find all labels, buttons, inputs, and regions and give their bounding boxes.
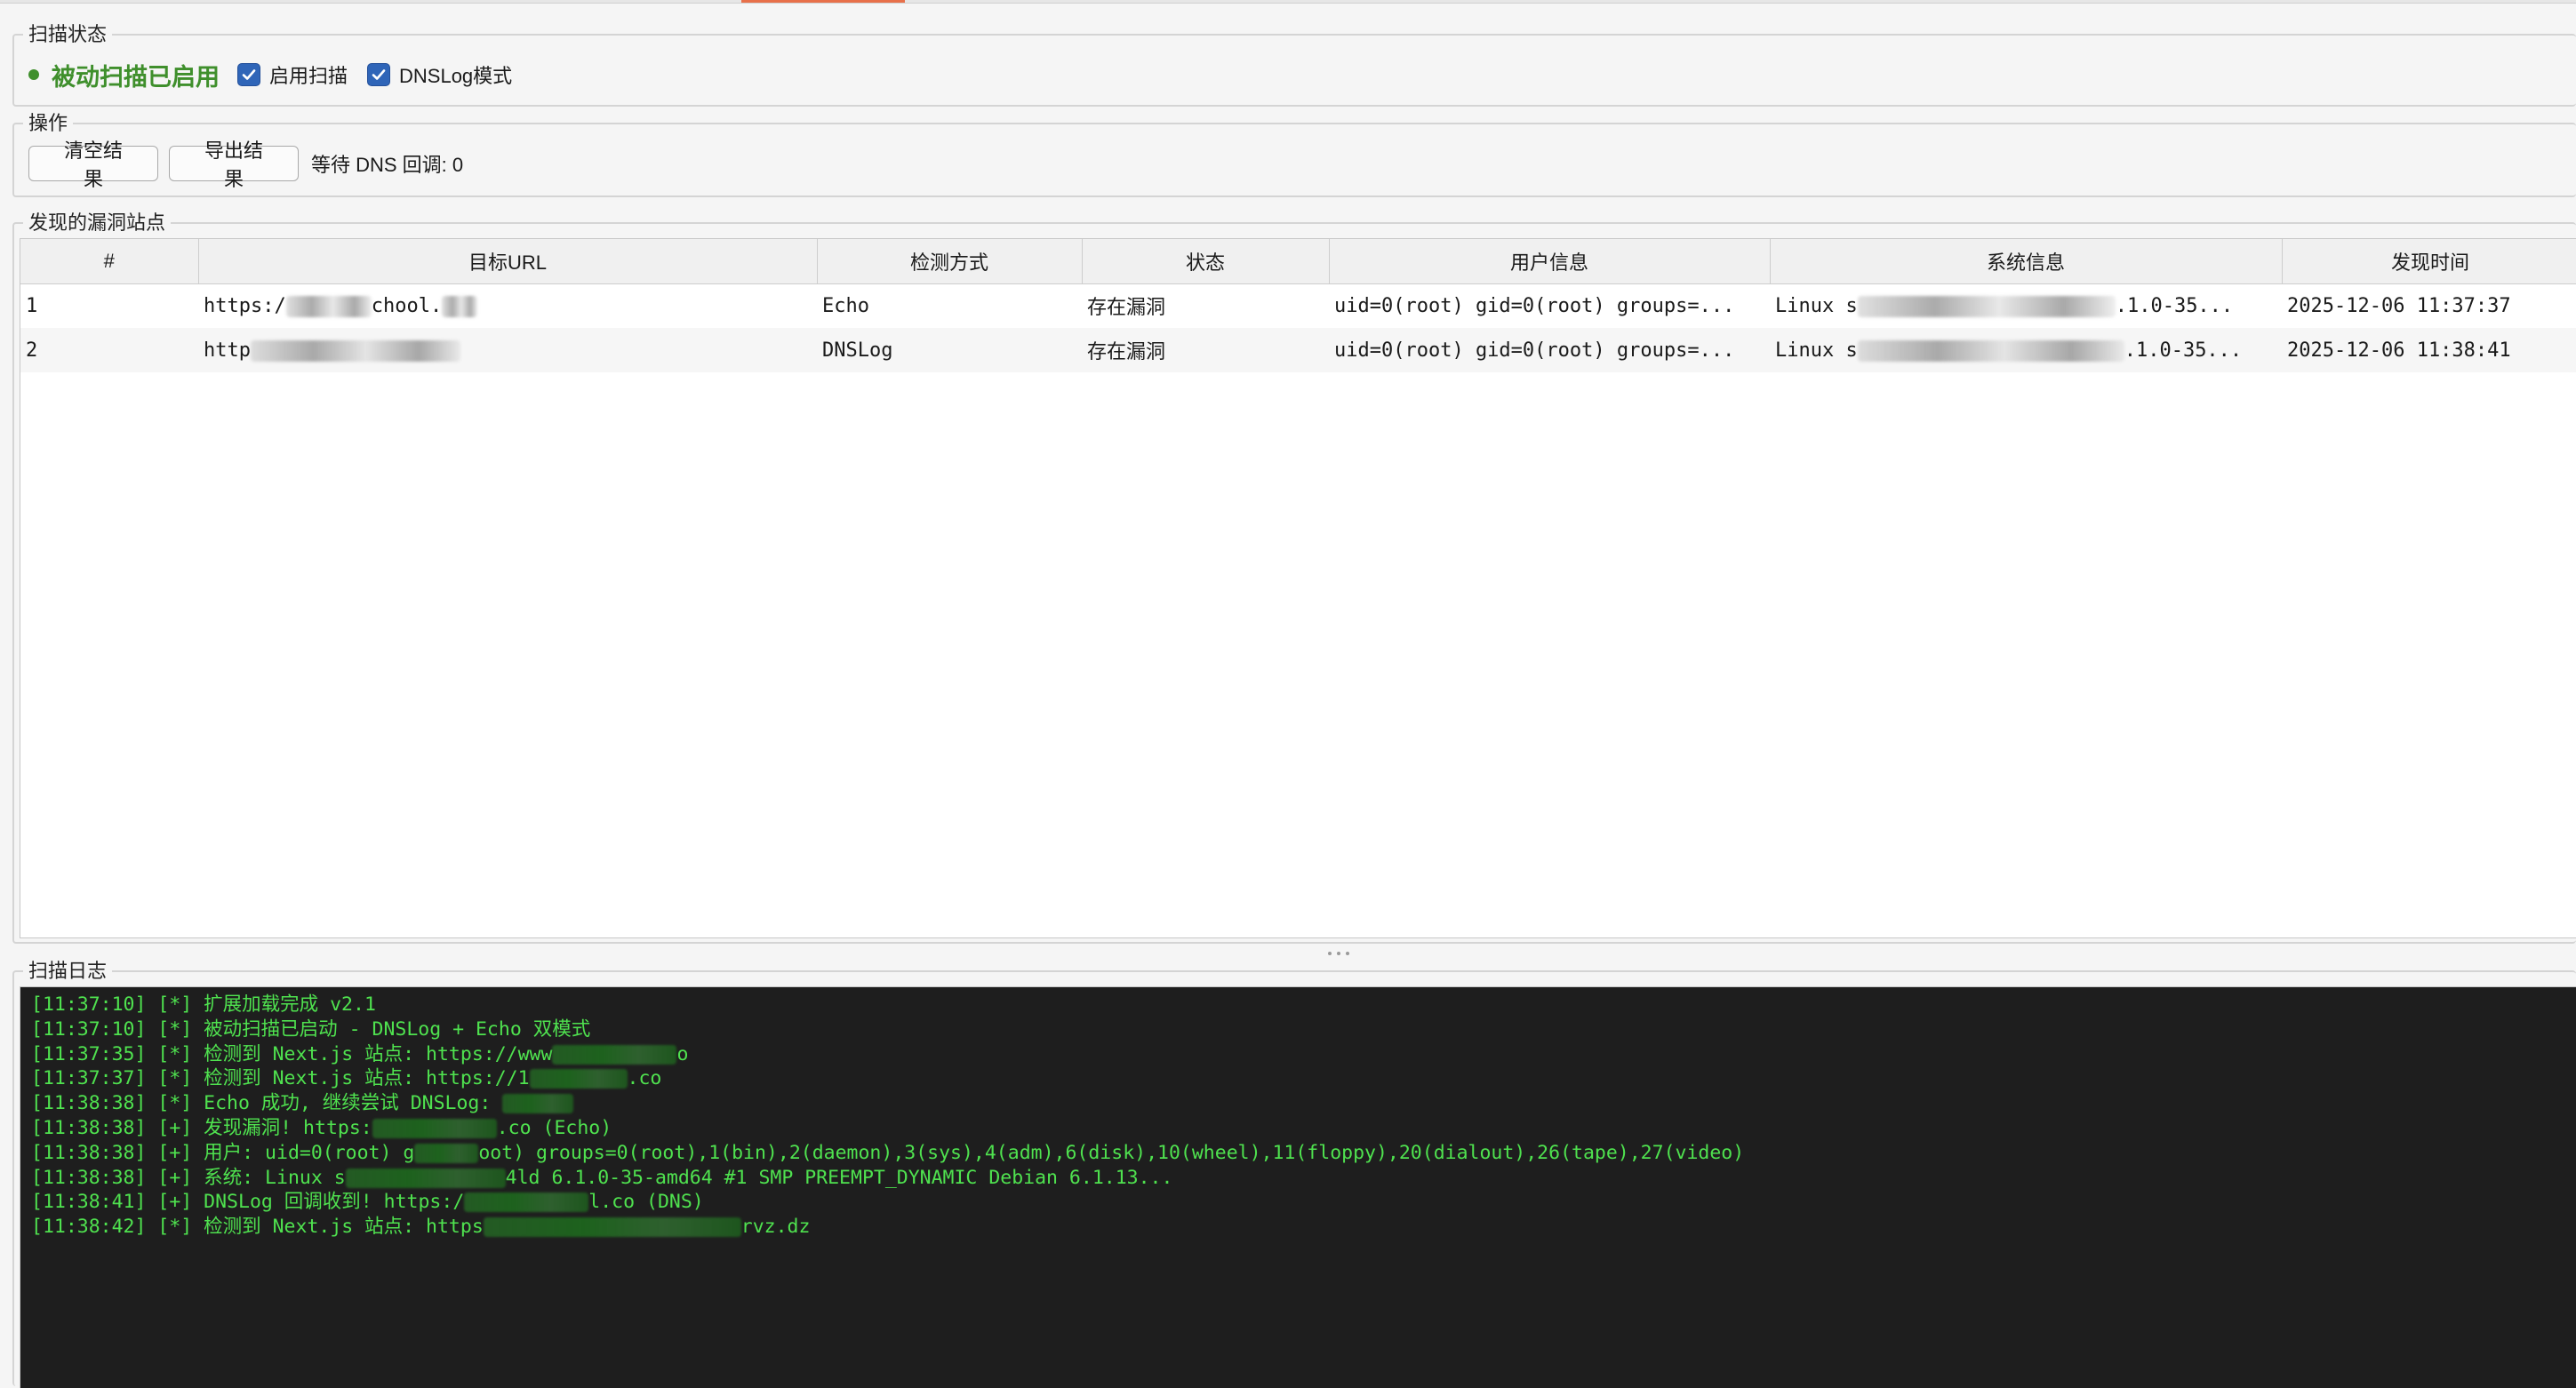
log-line: [11:37:37] [*] 检测到 Next.js 站点: https://1…: [31, 1067, 662, 1090]
enable-scan-label[interactable]: 启用扫描: [269, 60, 348, 89]
column-header-user-info[interactable]: 用户信息: [1329, 239, 1771, 284]
redaction-blur: [483, 1217, 741, 1238]
dnslog-mode-checkbox[interactable]: [367, 63, 391, 86]
cell-target-url: https:/chool.: [198, 283, 817, 328]
table-header-row: # 目标URL 检测方式 状态 用户信息 系统信息 发现时间: [20, 239, 2576, 284]
log-line: [11:37:35] [*] 检测到 Next.js 站点: https://w…: [31, 1042, 689, 1065]
operations-title: 操作: [23, 112, 74, 135]
redaction-blur: [552, 1044, 677, 1065]
enable-scan-checkbox[interactable]: [237, 63, 260, 86]
scan-log-title: 扫描日志: [23, 960, 113, 983]
cell-found-time: 2025-12-06 11:37:37: [2287, 294, 2511, 317]
redaction-blur: [502, 1094, 574, 1114]
redaction-blur: [1857, 295, 2116, 317]
redaction-blur: [250, 339, 460, 362]
scan-status-title: 扫描状态: [23, 23, 113, 46]
log-line: [11:38:41] [+] DNSLog 回调收到! https:/l.co …: [31, 1191, 704, 1214]
log-console[interactable]: [11:37:10] [*] 扩展加载完成 v2.1 [11:37:10] [*…: [20, 986, 2576, 1388]
drag-handle-icon[interactable]: [1328, 951, 1349, 956]
column-header-system-info[interactable]: 系统信息: [1770, 239, 2283, 284]
status-text: 被动扫描已启用: [52, 63, 220, 91]
column-header-index[interactable]: #: [20, 239, 199, 284]
cell-detection-method: DNSLog: [817, 328, 1082, 372]
redaction-blur: [529, 1069, 628, 1089]
column-header-detection-method[interactable]: 检测方式: [817, 239, 1083, 284]
log-line: [11:38:38] [+] 用户: uid=0(root) g oot) gro…: [31, 1141, 1745, 1164]
log-line: [11:38:38] [+] 发现漏洞! https: .co (Echo): [31, 1116, 612, 1139]
check-icon: [242, 69, 256, 80]
check-icon: [372, 69, 386, 80]
cell-user-info: uid=0(root) gid=0(root) groups=...: [1334, 294, 1735, 317]
log-line: [11:38:38] [*] Echo 成功, 继续尝试 DNSLog:: [31, 1091, 2567, 1116]
cell-status: 存在漏洞: [1087, 297, 1166, 320]
cell-detection-method: Echo: [822, 294, 869, 317]
redaction-blur: [464, 1193, 589, 1213]
status-dot-icon: [28, 69, 39, 80]
log-line: [11:37:10] [*] 被动扫描已启动 - DNSLog + Echo 双…: [31, 1017, 591, 1041]
clear-results-button[interactable]: 清空结果: [28, 140, 158, 190]
scan-status-panel: 扫描状态 被动扫描已启用 启用扫描 DNSLog模式: [12, 23, 2576, 107]
column-header-target-url[interactable]: 目标URL: [198, 239, 818, 284]
window-top-edge: [0, 0, 2576, 4]
dns-callback-wait-text: 等待 DNS 回调: 0: [311, 154, 464, 176]
log-line: [11:38:42] [*] 检测到 Next.js 站点: https rvz.…: [31, 1216, 811, 1239]
cell-system-info: Linux s .1.0-35...: [1775, 294, 2234, 317]
dnslog-mode-label[interactable]: DNSLog模式: [399, 60, 512, 89]
vulnerable-sites-panel: 发现的漏洞站点 # 目标URL 检测方式 状态 用户信息 系统信息 发现时间 1…: [12, 211, 2576, 944]
column-header-found-time[interactable]: 发现时间: [2282, 239, 2576, 284]
cell-status: 存在漏洞: [1082, 328, 1329, 372]
redaction-blur: [442, 295, 478, 317]
redaction-blur: [414, 1143, 479, 1163]
operations-panel: 操作 清空结果 导出结果 等待 DNS 回调: 0: [12, 112, 2576, 197]
cell-found-time: 2025-12-06 11:38:41: [2282, 328, 2576, 372]
redaction-blur: [345, 1168, 506, 1188]
column-header-status[interactable]: 状态: [1082, 239, 1330, 284]
table-row[interactable]: 2 http DNSLog 存在漏洞 uid=0(root) gid=0(roo…: [20, 328, 2576, 372]
cell-target-url: http: [198, 328, 817, 372]
cell-index: 1: [26, 294, 38, 317]
panel-splitter[interactable]: [0, 951, 2576, 956]
log-line: [11:37:10] [*] 扩展加载完成 v2.1: [31, 993, 376, 1016]
table-row[interactable]: 1 https:/chool. Echo 存在漏洞 uid=0(root) gi…: [20, 283, 2576, 328]
redaction-blur: [1857, 339, 2124, 362]
active-tab-indicator: [741, 0, 905, 3]
redaction-blur: [372, 1118, 497, 1138]
export-results-button[interactable]: 导出结果: [169, 140, 299, 190]
results-table-container[interactable]: # 目标URL 检测方式 状态 用户信息 系统信息 发现时间 1 https:/…: [20, 238, 2576, 938]
log-line: [11:38:38] [+] 系统: Linux s 4ld 6.1.0-35-a…: [31, 1166, 1173, 1189]
vulnerable-sites-title: 发现的漏洞站点: [23, 211, 172, 235]
scan-log-panel: 扫描日志 [11:37:10] [*] 扩展加载完成 v2.1 [11:37:1…: [12, 960, 2576, 1388]
results-table: # 目标URL 检测方式 状态 用户信息 系统信息 发现时间 1 https:/…: [20, 239, 2576, 372]
cell-system-info: Linux s .1.0-35...: [1770, 328, 2282, 372]
cell-user-info: uid=0(root) gid=0(root) groups=...: [1329, 328, 1770, 372]
cell-index: 2: [20, 328, 198, 372]
redaction-blur: [285, 295, 372, 317]
